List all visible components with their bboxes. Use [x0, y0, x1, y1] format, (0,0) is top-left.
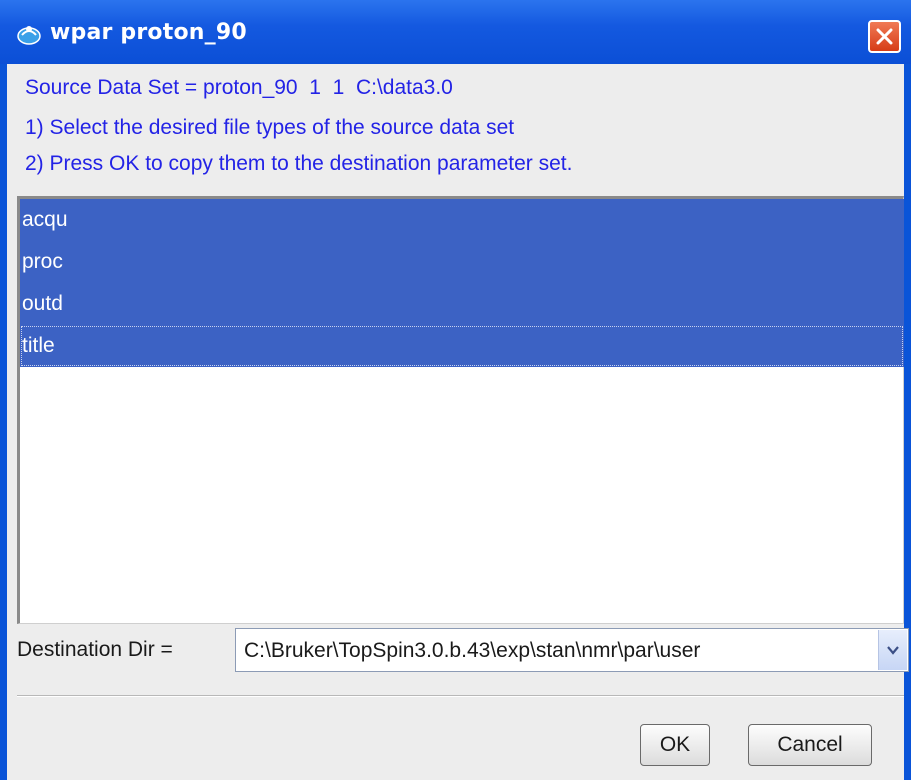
dialog-body: Source Data Set = proton_90 1 1 C:\data3…	[7, 64, 909, 780]
destination-dir-value: C:\Bruker\TopSpin3.0.b.43\exp\stan\nmr\p…	[244, 639, 701, 662]
dialog-window: wpar proton_90 Source Data Set = proton_…	[0, 0, 911, 780]
close-button[interactable]	[868, 20, 901, 53]
list-item-outd[interactable]: outd	[20, 283, 904, 325]
instruction-select: 1) Select the desired file types of the …	[25, 116, 515, 139]
title-bar[interactable]: wpar proton_90	[0, 0, 911, 64]
destination-label: Destination Dir =	[17, 638, 173, 661]
source-dataset-text: Source Data Set = proton_90 1 1 C:\data3…	[25, 76, 453, 99]
window-title: wpar proton_90	[50, 20, 247, 45]
instruction-ok: 2) Press OK to copy them to the destinat…	[25, 152, 573, 175]
separator	[17, 695, 904, 697]
dropdown-button[interactable]	[878, 630, 907, 670]
file-type-list[interactable]: acqu proc outd title	[17, 196, 904, 624]
app-icon	[16, 23, 42, 45]
ok-button[interactable]: OK	[640, 724, 710, 766]
list-item-acqu[interactable]: acqu	[20, 199, 904, 241]
destination-dir-combobox[interactable]: C:\Bruker\TopSpin3.0.b.43\exp\stan\nmr\p…	[235, 628, 909, 672]
cancel-button[interactable]: Cancel	[748, 724, 872, 766]
list-item-proc[interactable]: proc	[20, 241, 904, 283]
list-item-title[interactable]: title	[20, 325, 904, 367]
